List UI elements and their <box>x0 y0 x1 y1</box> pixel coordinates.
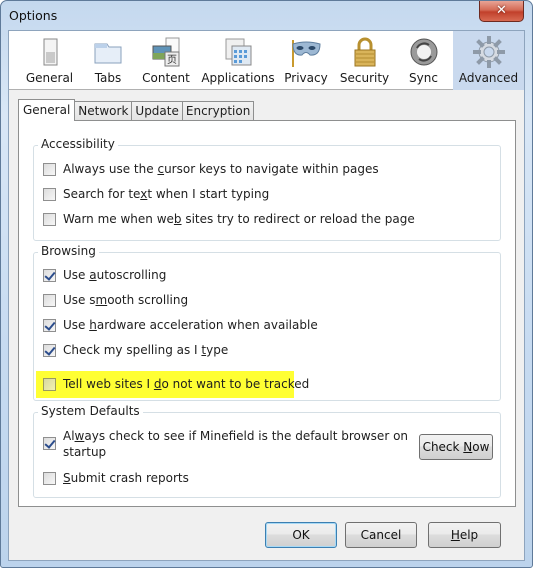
checkbox-label: Warn me when web sites try to redirect o… <box>63 212 415 226</box>
toolbar-label: Tabs <box>94 71 122 85</box>
window-title: Options <box>9 8 58 23</box>
system-defaults-group: System Defaults Always check to see if M… <box>33 404 501 498</box>
switch-icon <box>43 38 57 66</box>
toolbar-label: Sync <box>409 71 438 85</box>
checkbox-smooth-scrolling[interactable]: Use smooth scrolling <box>43 293 188 307</box>
checkbox-crash-reports[interactable]: Submit crash reports <box>43 471 189 485</box>
ok-button[interactable]: OK <box>265 522 337 548</box>
help-button[interactable]: Help <box>428 522 501 548</box>
checkbox-cursor-keys[interactable]: Always use the cursor keys to navigate w… <box>43 162 379 176</box>
toolbar-label: Content <box>142 71 190 85</box>
general-tab-panel: Accessibility Always use the cursor keys… <box>18 120 516 507</box>
folder-tab-icon <box>94 43 122 64</box>
tab-update[interactable]: Update <box>131 101 183 121</box>
group-legend: Accessibility <box>38 137 118 151</box>
toolbar-general[interactable]: General <box>16 31 83 90</box>
checkbox-spellcheck[interactable]: Check my spelling as I type <box>43 343 228 357</box>
toolbar-sync[interactable]: Sync <box>394 31 453 90</box>
checkbox-label: Tell web sites I do not want to be track… <box>63 377 310 391</box>
padlock-icon <box>354 37 375 67</box>
toolbar-advanced[interactable]: Advanced <box>453 31 524 90</box>
gear-icon <box>472 36 505 68</box>
accessibility-group: Accessibility Always use the cursor keys… <box>33 137 501 241</box>
checkbox[interactable] <box>43 319 56 332</box>
checkbox-label: Use autoscrolling <box>63 268 167 282</box>
checkbox[interactable] <box>43 213 56 226</box>
checkbox[interactable] <box>43 344 56 357</box>
checkbox[interactable] <box>43 437 56 450</box>
toolbar-label: Advanced <box>458 71 519 85</box>
dialog-client: General Tabs 页 Content Applications Priv… <box>8 30 525 561</box>
pane-toolbar: General Tabs 页 Content Applications Priv… <box>9 31 524 90</box>
checkbox-label: Search for text when I start typing <box>63 187 270 201</box>
checkbox-label: Always check to see if Minefield is the … <box>63 429 409 459</box>
content-page-icon: 页 <box>152 37 180 67</box>
check-now-button[interactable]: Check Now <box>419 434 493 460</box>
toolbar-label: Security <box>339 71 390 85</box>
checkbox[interactable] <box>43 188 56 201</box>
options-window: Options ✕ General Tabs 页 Content Applica… <box>0 0 533 568</box>
close-x-icon: ✕ <box>496 3 507 18</box>
checkbox-warn-redirect[interactable]: Warn me when web sites try to redirect o… <box>43 212 415 226</box>
sync-arrows-icon <box>410 38 437 66</box>
group-legend: Browsing <box>38 244 99 258</box>
toolbar-label: Privacy <box>284 71 328 85</box>
tab-network[interactable]: Network <box>74 101 133 121</box>
title-bar[interactable]: Options ✕ <box>1 1 532 31</box>
toolbar-label: Applications <box>201 71 275 85</box>
toolbar-security[interactable]: Security <box>335 31 394 90</box>
checkbox-label: Use hardware acceleration when available <box>63 318 318 332</box>
toolbar-privacy[interactable]: Privacy <box>277 31 335 90</box>
checkbox[interactable] <box>43 163 56 176</box>
group-legend: System Defaults <box>38 404 143 418</box>
browsing-group: Browsing Use autoscrolling Use smooth sc… <box>33 244 501 401</box>
tab-encryption[interactable]: Encryption <box>181 101 255 121</box>
mask-icon <box>292 40 321 67</box>
toolbar-applications[interactable]: Applications <box>199 31 277 90</box>
checkbox-do-not-track[interactable]: Tell web sites I do not want to be track… <box>43 377 309 391</box>
checkbox-label: Use smooth scrolling <box>63 293 189 307</box>
checkbox[interactable] <box>43 294 56 307</box>
toolbar-tabs[interactable]: Tabs <box>83 31 133 90</box>
cancel-button[interactable]: Cancel <box>345 522 417 548</box>
checkbox-hardware-acceleration[interactable]: Use hardware acceleration when available <box>43 318 318 332</box>
checkbox[interactable] <box>43 378 56 391</box>
tab-general[interactable]: General <box>18 99 76 121</box>
checkbox[interactable] <box>43 269 56 282</box>
toolbar-label: General <box>25 71 74 85</box>
close-button[interactable]: ✕ <box>479 1 524 22</box>
checkbox-search-typing[interactable]: Search for text when I start typing <box>43 187 269 201</box>
checkbox-label: Always use the cursor keys to navigate w… <box>63 162 379 176</box>
svg-text:页: 页 <box>167 54 177 66</box>
advanced-tabs: General Network Update Encryption <box>18 99 255 121</box>
checkbox-label: Submit crash reports <box>63 471 189 485</box>
applications-window-icon <box>225 38 252 66</box>
checkbox-label: Check my spelling as I type <box>63 343 229 357</box>
toolbar-content[interactable]: 页 Content <box>133 31 199 90</box>
checkbox[interactable] <box>43 472 56 485</box>
checkbox-autoscrolling[interactable]: Use autoscrolling <box>43 268 166 282</box>
